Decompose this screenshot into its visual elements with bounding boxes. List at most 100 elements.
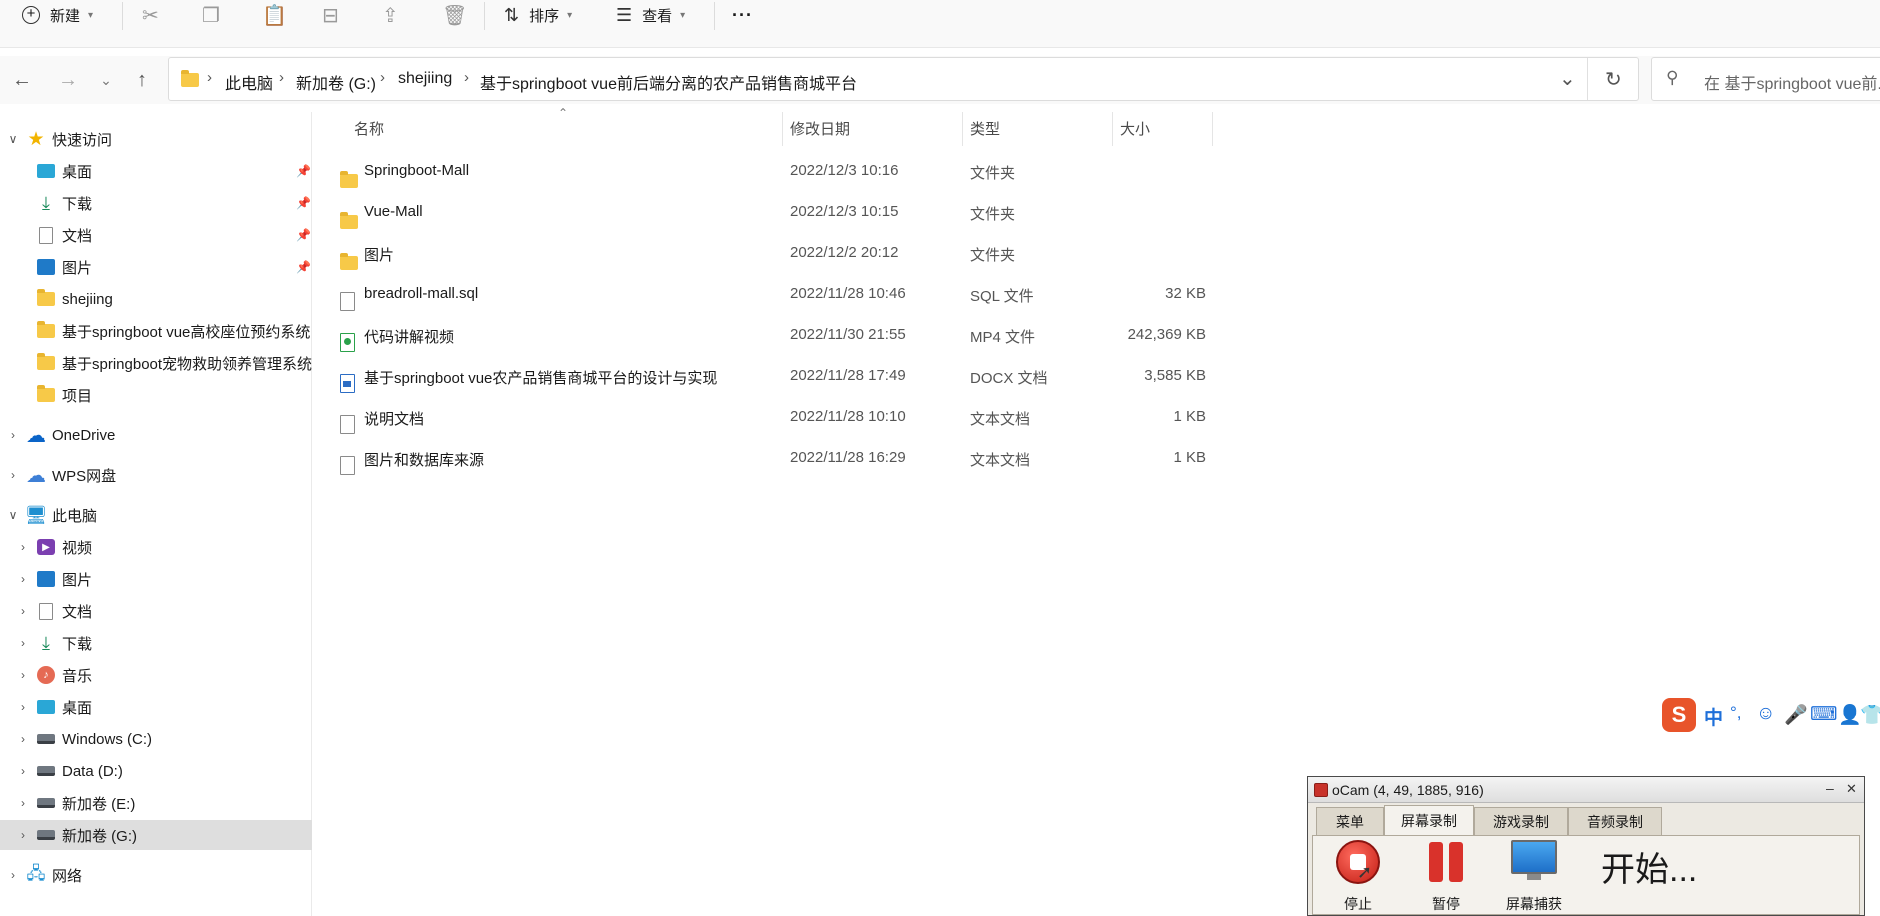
sidebar-item-pictures[interactable]: 图片 📌 [0,252,312,282]
sidebar-item-documents[interactable]: 文档 📌 [0,220,312,250]
ime-punctuation-toggle[interactable]: °, [1730,703,1742,723]
ime-mode-toggle[interactable]: 中 [1704,703,1723,730]
sidebar-item-drive-e[interactable]: › 新加卷 (E:) [0,788,312,818]
keyboard-icon[interactable]: ⌨ [1810,703,1837,726]
new-button[interactable]: + 新建 ▾ [22,0,93,30]
pin-icon: 📌 [296,260,311,274]
search-box[interactable]: ⚲ 在 基于springboot vue前... [1651,57,1880,101]
address-bar[interactable]: › 此电脑 › 新加卷 (G:) › shejiing › 基于springbo… [168,57,1639,101]
file-row[interactable]: 图片 2022/12/2 20:12 文件夹 [338,235,1212,271]
sidebar-network[interactable]: › 🖧 网络 [0,860,312,890]
sidebar-item-music[interactable]: › ♪ 音乐 [0,660,312,690]
rename-icon[interactable]: ⊟ [322,0,339,30]
sidebar-item-pc-desktop[interactable]: › 桌面 [0,692,312,722]
breadcrumb-drive-g[interactable]: 新加卷 (G:) [296,70,376,94]
column-header-size[interactable]: 大小 [1120,118,1150,139]
more-options-icon[interactable]: ··· [732,0,753,30]
navigation-pane: ∨ ★ 快速访问 桌面 📌 ⤓ 下载 📌 文档 📌 图片 📌 shejiing … [0,112,312,916]
chevron-right-icon: › [21,732,25,746]
address-divider [1587,58,1588,100]
sidebar-wps-cloud[interactable]: › ☁ WPS网盘 [0,460,312,490]
address-dropdown-icon[interactable]: ⌄ [1559,66,1576,91]
chevron-right-icon: › [21,796,25,810]
sort-button[interactable]: ⇅ 排序 ▾ [504,0,572,30]
sidebar-item-drive-c[interactable]: › Windows (C:) [0,724,312,754]
column-header-date[interactable]: 修改日期 [790,118,850,139]
ocam-tab-game-record[interactable]: 游戏录制 [1474,807,1568,835]
file-row[interactable]: Springboot-Mall 2022/12/3 10:16 文件夹 [338,153,1212,189]
toolbar-divider [122,2,123,30]
emoji-icon[interactable]: ☺ [1756,703,1775,725]
drive-icon [36,826,56,844]
file-row[interactable]: 基于springboot vue农产品销售商城平台的设计与实现 2022/11/… [338,358,1212,394]
delete-icon[interactable]: 🗑 [442,0,467,30]
pause-button[interactable]: 暂停 [1411,840,1481,914]
share-icon[interactable]: ⇪ [382,0,399,30]
file-row[interactable]: 代码讲解视频 2022/11/30 21:55 MP4 文件 242,369 K… [338,317,1212,353]
copy-icon[interactable]: ❐ [202,0,220,30]
view-list-icon: ☰ [616,4,633,25]
ocam-title-bar[interactable]: oCam (4, 49, 1885, 916) – ✕ [1308,777,1864,803]
sidebar-this-pc[interactable]: ∨ 🖥 此电脑 [0,500,312,530]
cut-icon[interactable]: ✂ [142,0,159,30]
stop-button[interactable]: ➚ 停止 [1323,840,1393,914]
paste-icon[interactable]: 📋 [262,0,287,30]
column-divider[interactable] [1212,112,1213,146]
up-button[interactable]: ↑ [128,66,156,94]
sidebar-onedrive[interactable]: › ☁ OneDrive [0,420,312,450]
sidebar-item-downloads[interactable]: ⤓ 下载 📌 [0,188,312,218]
sidebar-item-drive-d[interactable]: › Data (D:) [0,756,312,786]
refresh-icon[interactable]: ↻ [1605,67,1622,92]
view-button[interactable]: ☰ 查看 ▾ [616,0,685,30]
mouse-cursor-icon: ➚ [1357,862,1373,882]
file-type: 文件夹 [970,206,1016,223]
recent-locations-button[interactable]: ⌄ [92,66,120,94]
sidebar-item-pet-rescue[interactable]: 基于springboot宠物救助领养管理系统 [0,348,312,378]
file-row[interactable]: breadroll-mall.sql 2022/11/28 10:46 SQL … [338,276,1212,312]
sidebar-item-pc-downloads[interactable]: › ⤓ 下载 [0,628,312,658]
chevron-right-icon: › [21,764,25,778]
sidebar-item-pc-pictures[interactable]: › 图片 [0,564,312,594]
ocam-tab-screen-record[interactable]: 屏幕录制 [1384,805,1474,835]
pause-label: 暂停 [1432,896,1460,912]
breadcrumb-shejiing[interactable]: shejiing [398,70,452,88]
file-date: 2022/11/28 10:46 [790,285,906,302]
file-name: Springboot-Mall [364,162,470,179]
breadcrumb-current-folder[interactable]: 基于springboot vue前后端分离的农产品销售商城平台 [480,70,857,94]
minimize-button[interactable]: – [1826,780,1834,796]
sogou-logo-icon[interactable]: S [1662,698,1696,732]
file-row[interactable]: 图片和数据库来源 2022/11/28 16:29 文本文档 1 KB [338,440,1212,476]
back-button[interactable]: ← [8,66,36,94]
sidebar-item-desktop[interactable]: 桌面 📌 [0,156,312,186]
sidebar-quick-access[interactable]: ∨ ★ 快速访问 [0,124,312,154]
sidebar-item-shejiing[interactable]: shejiing [0,284,312,314]
column-divider[interactable] [1112,112,1113,146]
column-divider[interactable] [962,112,963,146]
new-button-label: 新建 [50,7,81,25]
file-row[interactable]: Vue-Mall 2022/12/3 10:15 文件夹 [338,194,1212,230]
sidebar-item-pc-documents[interactable]: › 文档 [0,596,312,626]
user-icon[interactable]: 👤 [1838,703,1862,727]
sidebar-item-seat-reservation[interactable]: 基于springboot vue高校座位预约系统 [0,316,312,346]
column-header-name[interactable]: 名称 [354,118,384,139]
forward-button[interactable]: → [54,66,82,94]
file-row[interactable]: 说明文档 2022/11/28 10:10 文本文档 1 KB [338,399,1212,435]
skin-icon[interactable]: 👕 [1860,703,1880,727]
close-button[interactable]: ✕ [1846,781,1857,797]
sidebar-item-drive-g[interactable]: › 新加卷 (G:) [0,820,312,850]
ocam-tab-audio-record[interactable]: 音频录制 [1568,807,1662,835]
column-header-type[interactable]: 类型 [970,118,1000,139]
breadcrumb-this-pc[interactable]: 此电脑 [225,70,273,94]
sidebar-item-projects[interactable]: 项目 [0,380,312,410]
command-toolbar: + 新建 ▾ ✂ ❐ 📋 ⊟ ⇪ 🗑 ⇅ 排序 ▾ ☰ 查看 ▾ ··· [0,0,1880,48]
screen-capture-button[interactable]: 屏幕捕获 [1499,840,1569,914]
video-icon: ▶ [36,538,56,556]
plus-circle-icon: + [22,6,40,24]
ocam-tab-menu[interactable]: 菜单 [1316,807,1384,835]
sidebar-item-videos[interactable]: › ▶ 视频 [0,532,312,562]
microphone-icon[interactable]: 🎤 [1784,703,1808,727]
file-date: 2022/11/30 21:55 [790,326,906,343]
sidebar-label: 基于springboot vue高校座位预约系统 [62,323,311,341]
column-divider[interactable] [782,112,783,146]
sidebar-label: 此电脑 [52,507,98,525]
